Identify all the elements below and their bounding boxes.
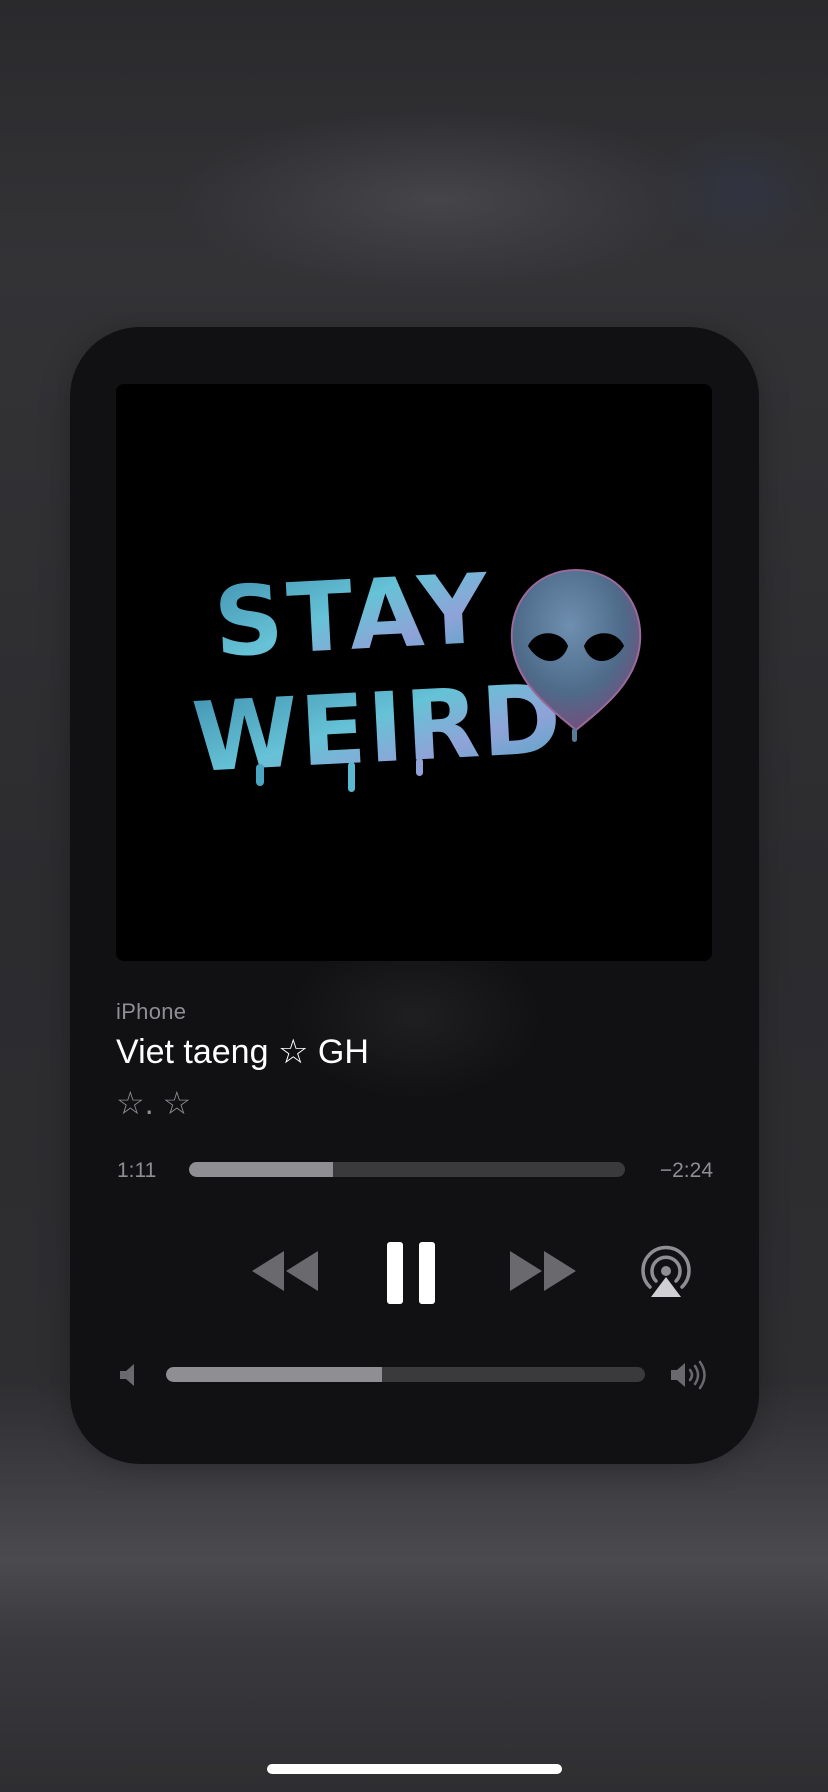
drip <box>348 762 355 792</box>
artwork-graphic: STAY WEIRD <box>190 552 642 794</box>
fast-forward-icon <box>510 1251 576 1291</box>
volume-level-fill <box>166 1367 382 1382</box>
track-title: Viet taeng ☆ GH <box>116 1033 369 1071</box>
home-indicator[interactable] <box>267 1764 562 1774</box>
pause-icon <box>387 1242 435 1304</box>
artwork-text-line2: WEIRD <box>190 663 566 794</box>
artist-name: ☆. ☆ <box>116 1085 192 1121</box>
airplay-audio-icon <box>641 1245 691 1297</box>
playback-source-label: iPhone <box>116 999 187 1024</box>
drip <box>416 758 423 776</box>
pause-button[interactable] <box>381 1239 441 1307</box>
elapsed-time: 1:11 <box>117 1159 157 1182</box>
now-playing-card: STAY WEIRD iPhone Viet taeng ☆ GH ☆. ☆ 1… <box>70 327 759 1464</box>
stay-weird-text: STAY WEIRD <box>190 552 566 794</box>
playback-scrubber[interactable] <box>189 1162 625 1177</box>
speaker-high-icon <box>671 1360 706 1390</box>
drip <box>256 764 264 786</box>
volume-slider[interactable] <box>166 1367 645 1382</box>
airplay-button[interactable] <box>638 1244 694 1300</box>
volume-min-indicator <box>116 1361 140 1389</box>
speaker-low-icon <box>120 1364 134 1386</box>
rewind-button[interactable] <box>250 1245 322 1297</box>
rewind-icon <box>252 1251 318 1291</box>
fast-forward-button[interactable] <box>506 1245 578 1297</box>
artwork-text-line1: STAY <box>211 552 494 678</box>
album-artwork: STAY WEIRD <box>116 384 712 961</box>
playback-progress-fill <box>189 1162 333 1177</box>
volume-max-indicator <box>668 1359 712 1391</box>
remaining-time: −2:24 <box>659 1159 713 1182</box>
